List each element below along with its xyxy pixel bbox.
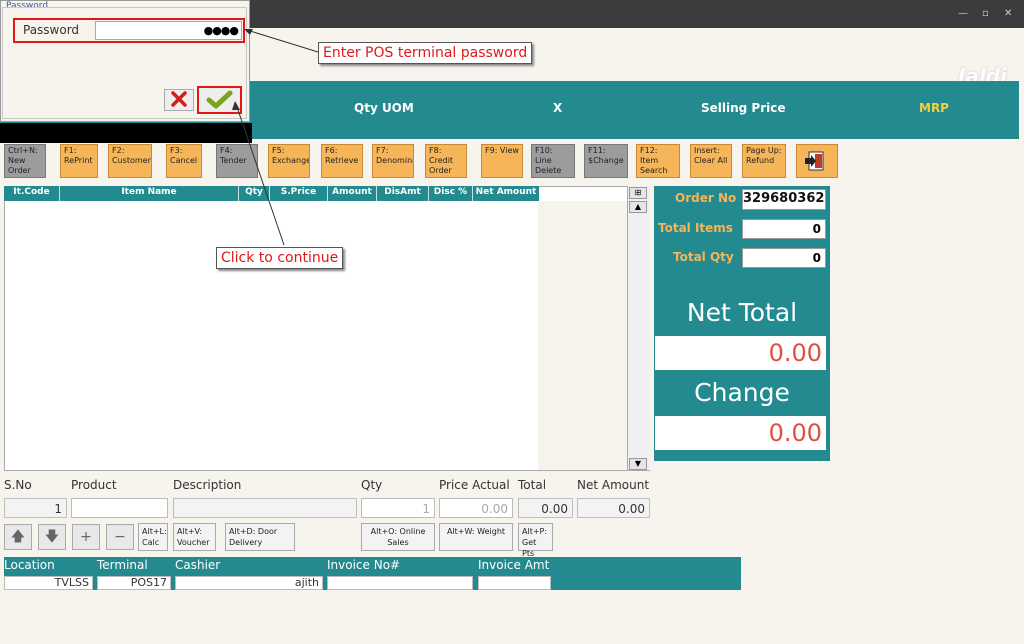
continue-callout: Click to continue: [216, 247, 344, 269]
password-callout: Enter POS terminal password: [318, 42, 533, 64]
annotation-lines: [232, 29, 319, 246]
